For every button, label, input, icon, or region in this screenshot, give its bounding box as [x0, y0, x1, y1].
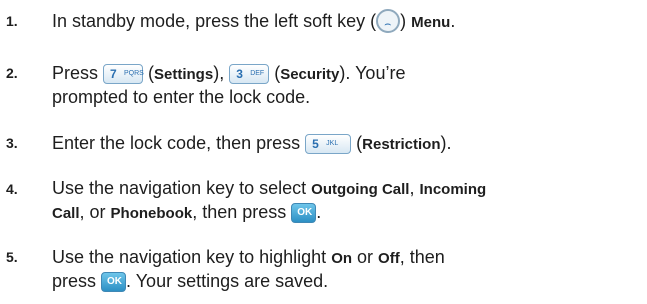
step-text-part: ) [400, 11, 412, 31]
on-label: On [331, 250, 353, 267]
key-5-icon: 5 JKL [305, 134, 352, 154]
step-number: 4. [6, 181, 18, 197]
step-text-part: ). [440, 133, 452, 153]
step-text-line-2: press OK. Your settings are saved. [52, 269, 642, 293]
step-number: 5. [6, 249, 18, 265]
step-text-part: ). You’re [339, 63, 406, 83]
step-text-part: , then [399, 247, 445, 267]
step-text: Use the navigation key to select Outgoin… [52, 176, 642, 202]
step-text-part: Use the navigation key to highlight [52, 247, 332, 267]
menu-label: Menu [411, 14, 451, 31]
outgoing-call-label: Outgoing Call [311, 181, 410, 198]
step-text-part: , [409, 178, 420, 198]
key-3-icon: 3 DEF [229, 64, 270, 84]
step-text-part: , or [79, 202, 111, 222]
settings-label: Settings [154, 66, 214, 83]
key-7-icon: 7 PQRS [103, 64, 144, 84]
step-text-part: ( [269, 63, 281, 83]
off-label: Off [378, 250, 400, 267]
step-number: 1. [6, 13, 18, 29]
security-label: Security [280, 66, 340, 83]
ok-key-icon: OK [101, 272, 127, 292]
step-text-part: ( [143, 63, 155, 83]
step-text: Enter the lock code, then press 5 JKL (Re… [52, 131, 642, 157]
step-text-part: Use the navigation key to select [52, 178, 312, 198]
step-text-part: or [352, 247, 379, 267]
step-text-part: Enter the lock code, then press [52, 133, 306, 153]
step-text-part: press [52, 271, 102, 291]
ok-key-icon: OK [291, 203, 317, 223]
incoming-call-label-cont: Call [52, 205, 80, 222]
incoming-call-label: Incoming [419, 181, 487, 198]
step-text-line-2: Call, or Phonebook, then press OK. [52, 200, 642, 226]
step-text-part: . [316, 202, 322, 222]
step-number: 3. [6, 135, 18, 151]
step-text-part: . [450, 11, 456, 31]
soft-key-icon: ⌢ [376, 9, 401, 33]
step-text-part: Press [52, 63, 104, 83]
step-text-part: ), [213, 63, 230, 83]
step-number: 2. [6, 65, 18, 81]
restriction-label: Restriction [362, 136, 441, 153]
step-text: In standby mode, press the left soft key… [52, 9, 642, 35]
step-text-part: , then press [192, 202, 292, 222]
phonebook-label: Phonebook [110, 205, 193, 222]
step-text-part: In standby mode, press the left soft key… [52, 11, 377, 31]
step-text-line-2: prompted to enter the lock code. [52, 87, 311, 107]
step-text: Use the navigation key to highlight On o… [52, 245, 642, 271]
step-text-part: . Your settings are saved. [126, 271, 329, 291]
step-text: Press 7 PQRS (Settings), 3 DEF (Security).… [52, 61, 642, 87]
step-text-part: ( [351, 133, 363, 153]
